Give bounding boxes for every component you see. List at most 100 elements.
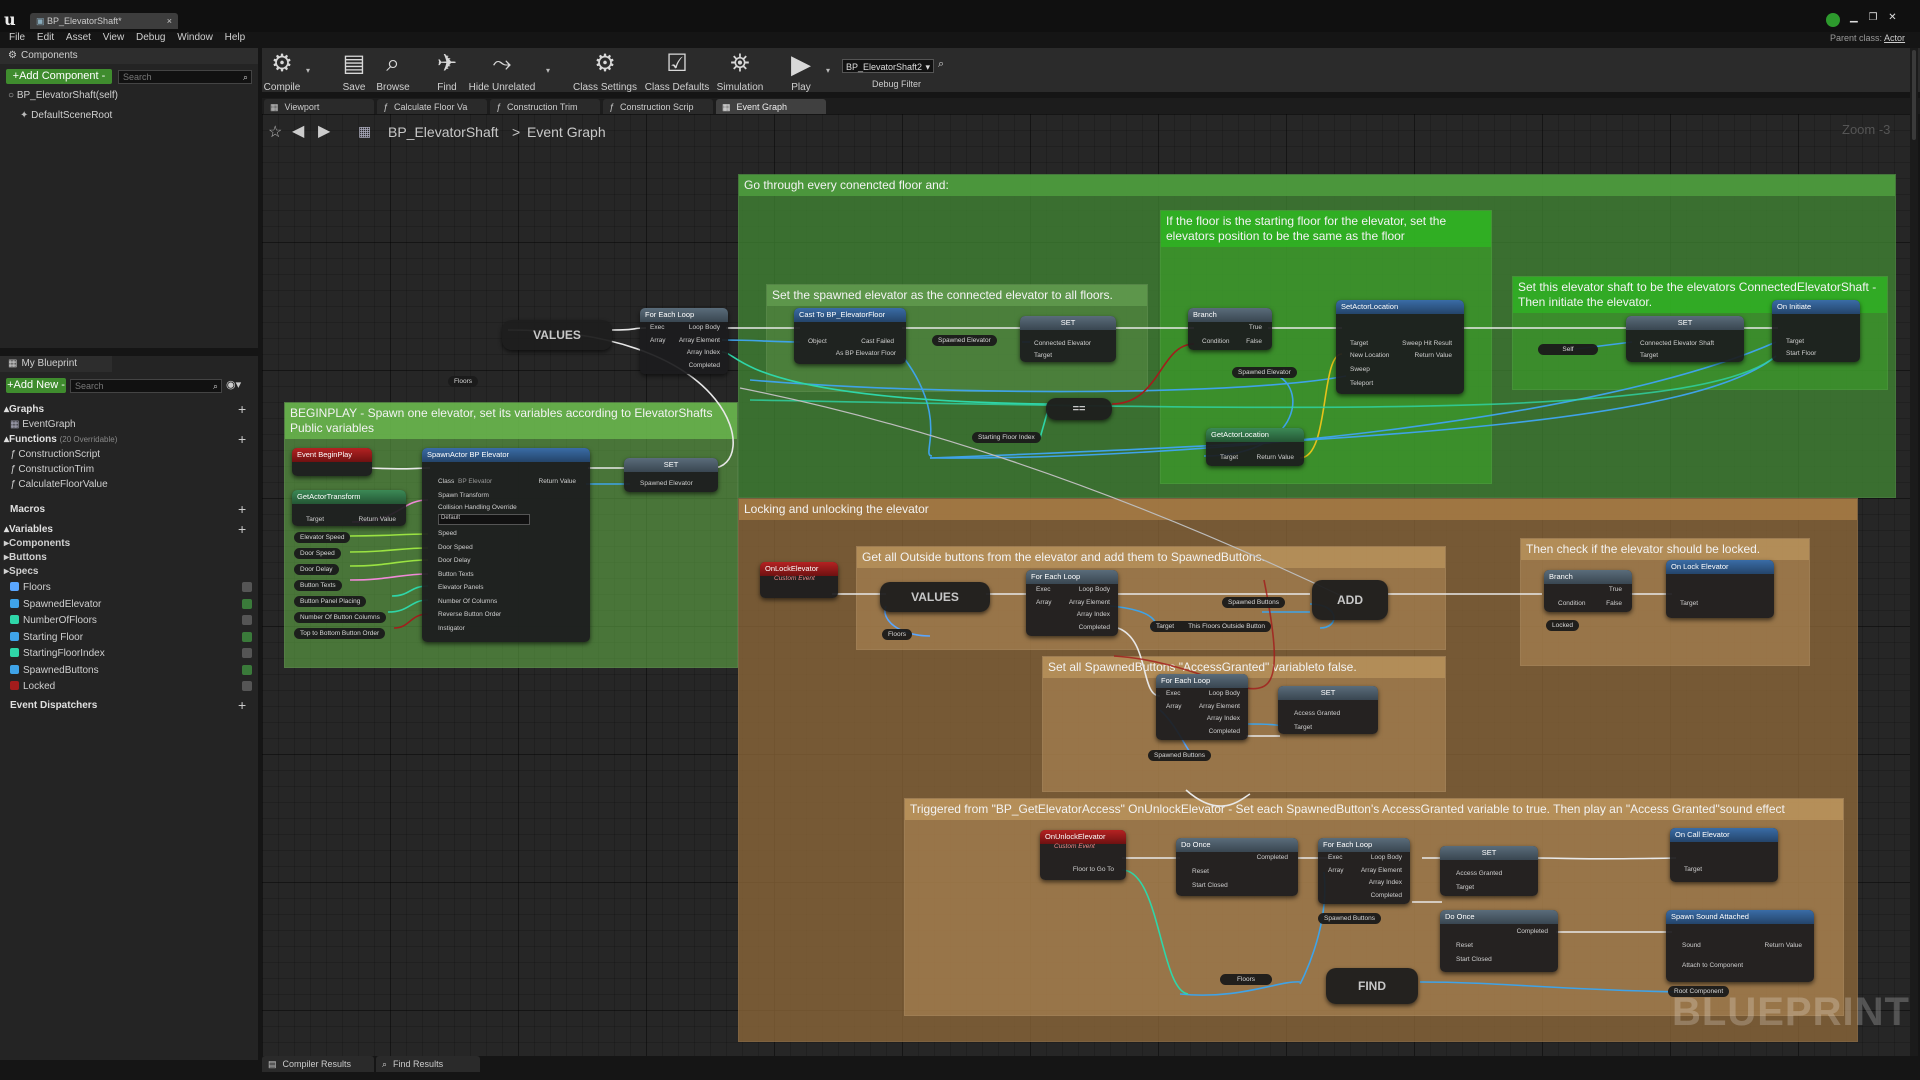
pin-target[interactable]: Target [1220,454,1238,461]
pin-spawned-elevator[interactable]: Spawned Elevator [640,480,693,487]
pin-target[interactable]: Target [1786,338,1804,345]
pin-target[interactable]: Target [1640,352,1658,359]
get-actor-transform-node[interactable]: GetActorTransform Target Return Value [292,490,406,526]
for-each-loop-node-4[interactable]: For Each Loop Exec Loop Body Array Array… [1318,838,1410,904]
spawn-pin[interactable]: Speed [438,530,457,537]
scrollbar-thumb[interactable] [1912,50,1916,140]
for-each-loop-node[interactable]: For Each Loop Exec Loop Body Array Array… [640,308,728,374]
on-call-elevator-node[interactable]: On Call Elevator Target [1670,828,1778,882]
on-lock-elevator-event[interactable]: OnLockElevator Custom Event [760,562,838,598]
pin-exec[interactable]: Exec [1166,690,1180,697]
values-node[interactable]: VALUES [502,320,612,350]
pin-loop-body[interactable]: Loop Body [1209,690,1240,697]
spawn-pin[interactable]: Reverse Button Order [438,611,501,618]
pin-true[interactable]: True [1249,324,1262,331]
pin-array-index[interactable]: Array Index [687,349,720,356]
pin-target[interactable]: Target [1350,340,1368,347]
pin-target[interactable]: Target [1684,866,1702,873]
variable-getter[interactable]: Door Delay [294,564,339,575]
pin-target[interactable]: Target [1294,724,1312,731]
pin-teleport[interactable]: Teleport [1350,380,1373,387]
tab-find-results[interactable]: ⌕ Find Results [376,1056,480,1072]
event-beginplay-node[interactable]: Event BeginPlay [292,448,372,476]
set-spawned-elevator-node[interactable]: SET Spawned Elevator [624,458,718,492]
collision-select[interactable]: Default [438,514,530,525]
pin-array[interactable]: Array [1166,703,1182,710]
pin-cast-failed[interactable]: Cast Failed [861,338,894,345]
pin-completed[interactable]: Completed [689,362,720,369]
pin-completed[interactable]: Completed [1079,624,1110,631]
pin-object[interactable]: Object [808,338,827,345]
locked-getter[interactable]: Locked [1546,620,1579,631]
set-access-granted-node-2[interactable]: SET Access Granted Target [1440,846,1538,896]
pin-access-granted[interactable]: Access Granted [1294,710,1340,717]
spawn-pin[interactable]: Door Delay [438,557,471,564]
pin-target[interactable]: Target [306,516,324,523]
pin-target[interactable]: Target [1456,884,1474,891]
spawn-actor-node[interactable]: SpawnActor BP Elevator Class BP Elevator… [422,448,590,642]
pin-exec[interactable]: Exec [650,324,664,331]
pin-return-value[interactable]: Return Value [1257,454,1294,461]
pin-class[interactable]: Class [438,478,454,485]
pin-exec[interactable]: Exec [1328,854,1342,861]
pin-return-value[interactable]: Return Value [1765,942,1802,949]
variable-getter[interactable]: Button Texts [294,580,342,591]
values-node-2[interactable]: VALUES [880,582,990,612]
pin-array[interactable]: Array [1328,867,1344,874]
pin-target[interactable]: Target [1680,600,1698,607]
spawn-pin[interactable]: Elevator Panels [438,584,484,591]
pin-return-value[interactable]: Return Value [1415,352,1452,359]
pin-start-floor[interactable]: Start Floor [1786,350,1816,357]
equals-node[interactable]: == [1046,398,1112,420]
class-value[interactable]: BP Elevator [458,478,492,485]
pin-collision[interactable]: Collision Handling Override [438,504,517,511]
variable-getter[interactable]: Elevator Speed [294,532,351,543]
pin-floor-to-go-to[interactable]: Floor to Go To [1073,866,1114,873]
variable-getter[interactable]: Door Speed [294,548,341,559]
spawn-pin[interactable]: Door Speed [438,544,473,551]
set-connected-elevator-node[interactable]: SET Connected Elevator Target [1020,316,1116,362]
pin-new-location[interactable]: New Location [1350,352,1389,359]
pin-as-floor[interactable]: As BP Elevator Floor [836,350,896,357]
pin-array-index[interactable]: Array Index [1369,879,1402,886]
pin-array-element[interactable]: Array Element [1361,867,1402,874]
pin-return-value[interactable]: Return Value [359,516,396,523]
pin-connected-shaft[interactable]: Connected Elevator Shaft [1640,340,1714,347]
pin-connected-elevator[interactable]: Connected Elevator [1034,340,1091,347]
variable-getter[interactable]: Top to Bottom Button Order [294,628,386,639]
pin-reset[interactable]: Reset [1456,942,1473,949]
spawn-pin[interactable]: Instigator [438,625,465,632]
set-access-granted-node[interactable]: SET Access Granted Target [1278,686,1378,734]
pin-start-closed[interactable]: Start Closed [1192,882,1228,889]
pin-array-index[interactable]: Array Index [1207,715,1240,722]
spawned-buttons-getter-3[interactable]: Spawned Buttons [1318,913,1381,924]
pin-completed[interactable]: Completed [1257,854,1288,861]
vertical-scrollbar[interactable] [1910,48,1918,1056]
set-connected-shaft-node[interactable]: SET Connected Elevator Shaft Target [1626,316,1744,362]
for-each-loop-node-3[interactable]: For Each Loop Exec Loop Body Array Array… [1156,674,1248,740]
branch-node[interactable]: Branch Condition True False [1188,308,1272,350]
pin-completed[interactable]: Completed [1209,728,1240,735]
pin-reset[interactable]: Reset [1192,868,1209,875]
pin-false[interactable]: False [1606,600,1622,607]
set-actor-location-node[interactable]: SetActorLocation Target Sweep Hit Result… [1336,300,1464,394]
pin-sound[interactable]: Sound [1682,942,1701,949]
pin-condition[interactable]: Condition [1558,600,1585,607]
pin-exec[interactable]: Exec [1036,586,1050,593]
spawn-pin[interactable]: Number Of Columns [438,598,497,605]
pin-spawn-transform[interactable]: Spawn Transform [438,492,489,499]
tab-compiler-results[interactable]: ▤ Compiler Results [262,1056,374,1072]
pin-condition[interactable]: Condition [1202,338,1229,345]
on-initiate-node[interactable]: On Initiate Target Start Floor [1772,300,1860,362]
starting-floor-index-getter[interactable]: Starting Floor Index [972,432,1041,443]
pin-start-closed[interactable]: Start Closed [1456,956,1492,963]
pin-return-value[interactable]: Return Value [539,478,576,485]
cast-to-floor-node[interactable]: Cast To BP_ElevatorFloor Object Cast Fai… [794,308,906,364]
pin-array-element[interactable]: Array Element [1069,599,1110,606]
spawned-elevator-getter[interactable]: Spawned Elevator [932,335,997,346]
pin-completed[interactable]: Completed [1371,892,1402,899]
for-each-loop-node-2[interactable]: For Each Loop Exec Loop Body Array Array… [1026,570,1118,636]
spawned-buttons-getter-2[interactable]: Spawned Buttons [1148,750,1211,761]
spawn-sound-attached-node[interactable]: Spawn Sound Attached Sound Return Value … [1666,910,1814,982]
pin-array-index[interactable]: Array Index [1077,611,1110,618]
